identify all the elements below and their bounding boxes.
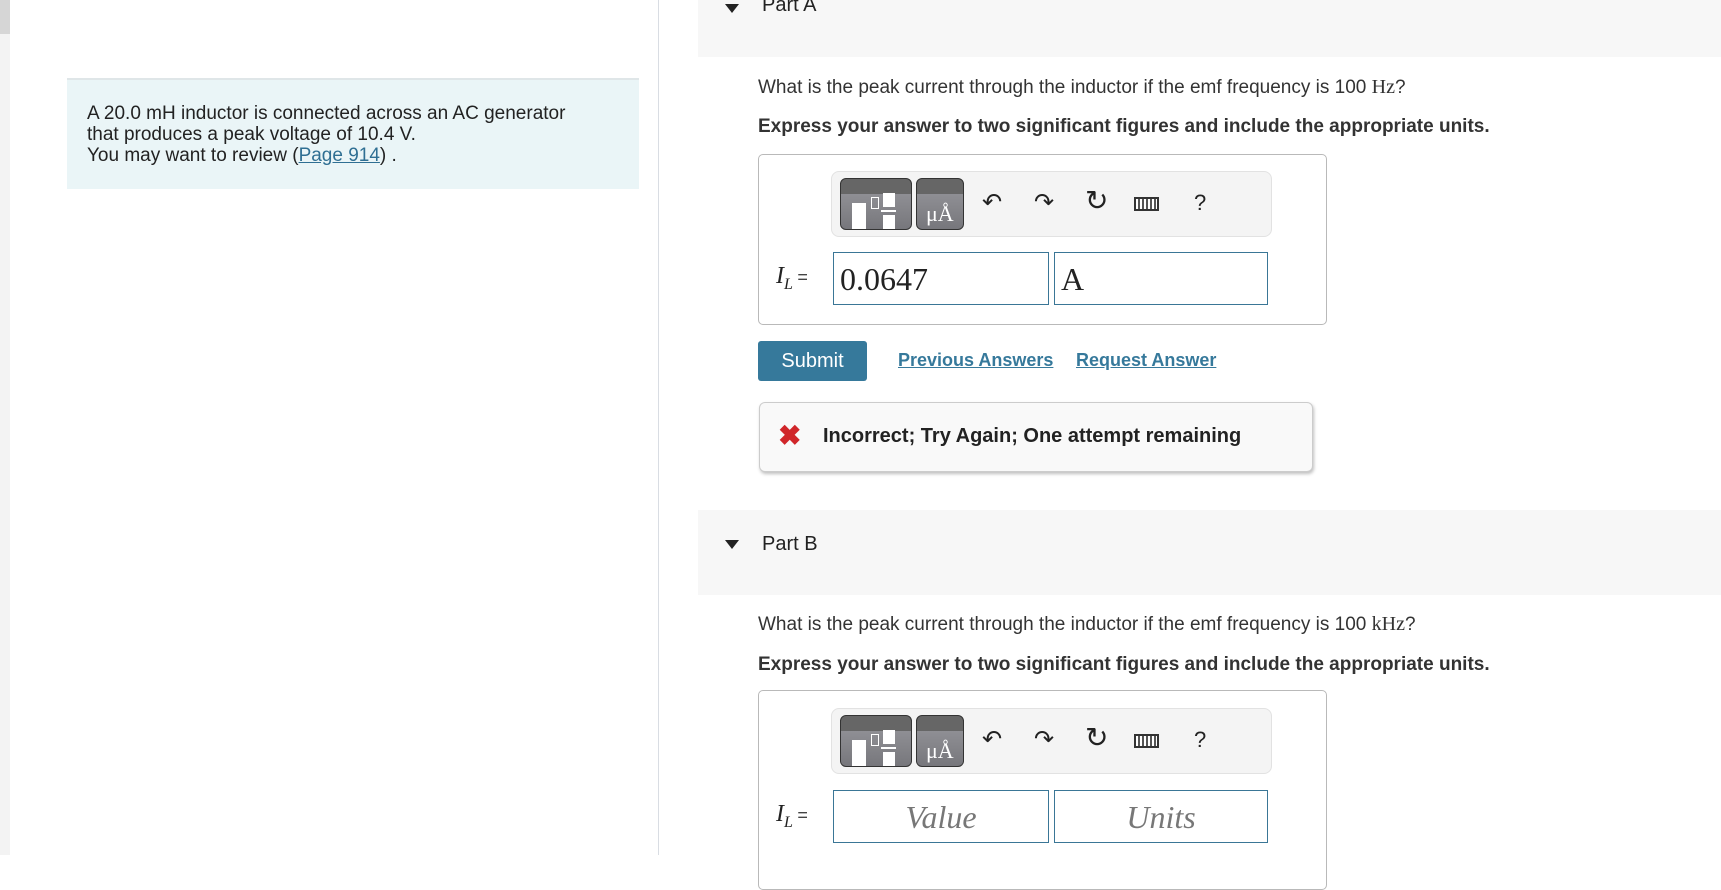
reset-icon[interactable]: ↻ — [1085, 721, 1108, 754]
units-input[interactable]: A — [1054, 252, 1268, 305]
intro-line-2: that produces a peak voltage of 10.4 V. — [87, 124, 416, 145]
undo-icon[interactable]: ↶ — [982, 725, 1002, 754]
part-a-instruction: Express your answer to two significant f… — [758, 116, 1490, 137]
help-icon[interactable]: ? — [1194, 727, 1206, 753]
units-symbols-icon[interactable]: μÅ — [916, 178, 964, 230]
submit-button[interactable]: Submit — [758, 341, 867, 381]
value-input[interactable]: 0.0647 — [833, 252, 1049, 305]
part-b-title: Part B — [762, 533, 818, 555]
feedback-box: ✖ Incorrect; Try Again; One attempt rema… — [759, 402, 1313, 472]
keyboard-icon[interactable] — [1134, 197, 1159, 211]
units-symbols-icon[interactable]: μÅ — [916, 715, 964, 767]
help-icon[interactable]: ? — [1194, 190, 1206, 216]
reset-icon[interactable]: ↻ — [1085, 184, 1108, 217]
intro-review: You may want to review (Page 914) . — [87, 145, 619, 166]
part-b-header[interactable]: Part B — [698, 510, 1721, 595]
part-a-question: What is the peak current through the ind… — [758, 76, 1406, 98]
fraction-templates-icon[interactable] — [840, 715, 912, 767]
keyboard-icon[interactable] — [1134, 734, 1159, 748]
part-b-instruction: Express your answer to two significant f… — [758, 654, 1490, 675]
review-suffix: ) . — [379, 145, 397, 166]
math-toolbar: μÅ ↶ ↷ ↻ ? — [831, 708, 1272, 774]
problem-intro: A 20.0 mH inductor is connected across a… — [67, 78, 639, 189]
intro-line-1: A 20.0 mH inductor is connected across a… — [87, 103, 566, 124]
collapse-triangle-icon[interactable] — [725, 4, 739, 13]
fraction-templates-icon[interactable] — [840, 178, 912, 230]
page-link[interactable]: Page 914 — [299, 145, 380, 166]
scrollbar-track[interactable] — [0, 0, 10, 855]
previous-answers-link[interactable]: Previous Answers — [898, 350, 1053, 371]
review-prefix: You may want to review ( — [87, 145, 299, 166]
request-answer-link[interactable]: Request Answer — [1076, 350, 1216, 371]
undo-icon[interactable]: ↶ — [982, 188, 1002, 217]
redo-icon[interactable]: ↷ — [1034, 725, 1054, 754]
incorrect-x-icon: ✖ — [778, 420, 802, 451]
redo-icon[interactable]: ↷ — [1034, 188, 1054, 217]
part-a-header[interactable]: Part A — [698, 0, 1721, 57]
answer-label: IL = — [776, 263, 808, 293]
part-a-answer-box: μÅ ↶ ↷ ↻ ? IL = 0.0647 A — [758, 154, 1327, 325]
scrollbar-thumb[interactable] — [0, 0, 10, 34]
feedback-text: Incorrect; Try Again; One attempt remain… — [823, 425, 1242, 447]
part-b-question: What is the peak current through the ind… — [758, 613, 1416, 635]
part-b-answer-box: μÅ ↶ ↷ ↻ ? IL = Value Units — [758, 690, 1327, 890]
units-input[interactable]: Units — [1054, 790, 1268, 843]
pane-divider — [658, 0, 659, 855]
collapse-triangle-icon[interactable] — [725, 540, 739, 549]
part-a-title: Part A — [762, 0, 817, 16]
math-toolbar: μÅ ↶ ↷ ↻ ? — [831, 171, 1272, 237]
answer-label: IL = — [776, 801, 808, 831]
value-input[interactable]: Value — [833, 790, 1049, 843]
